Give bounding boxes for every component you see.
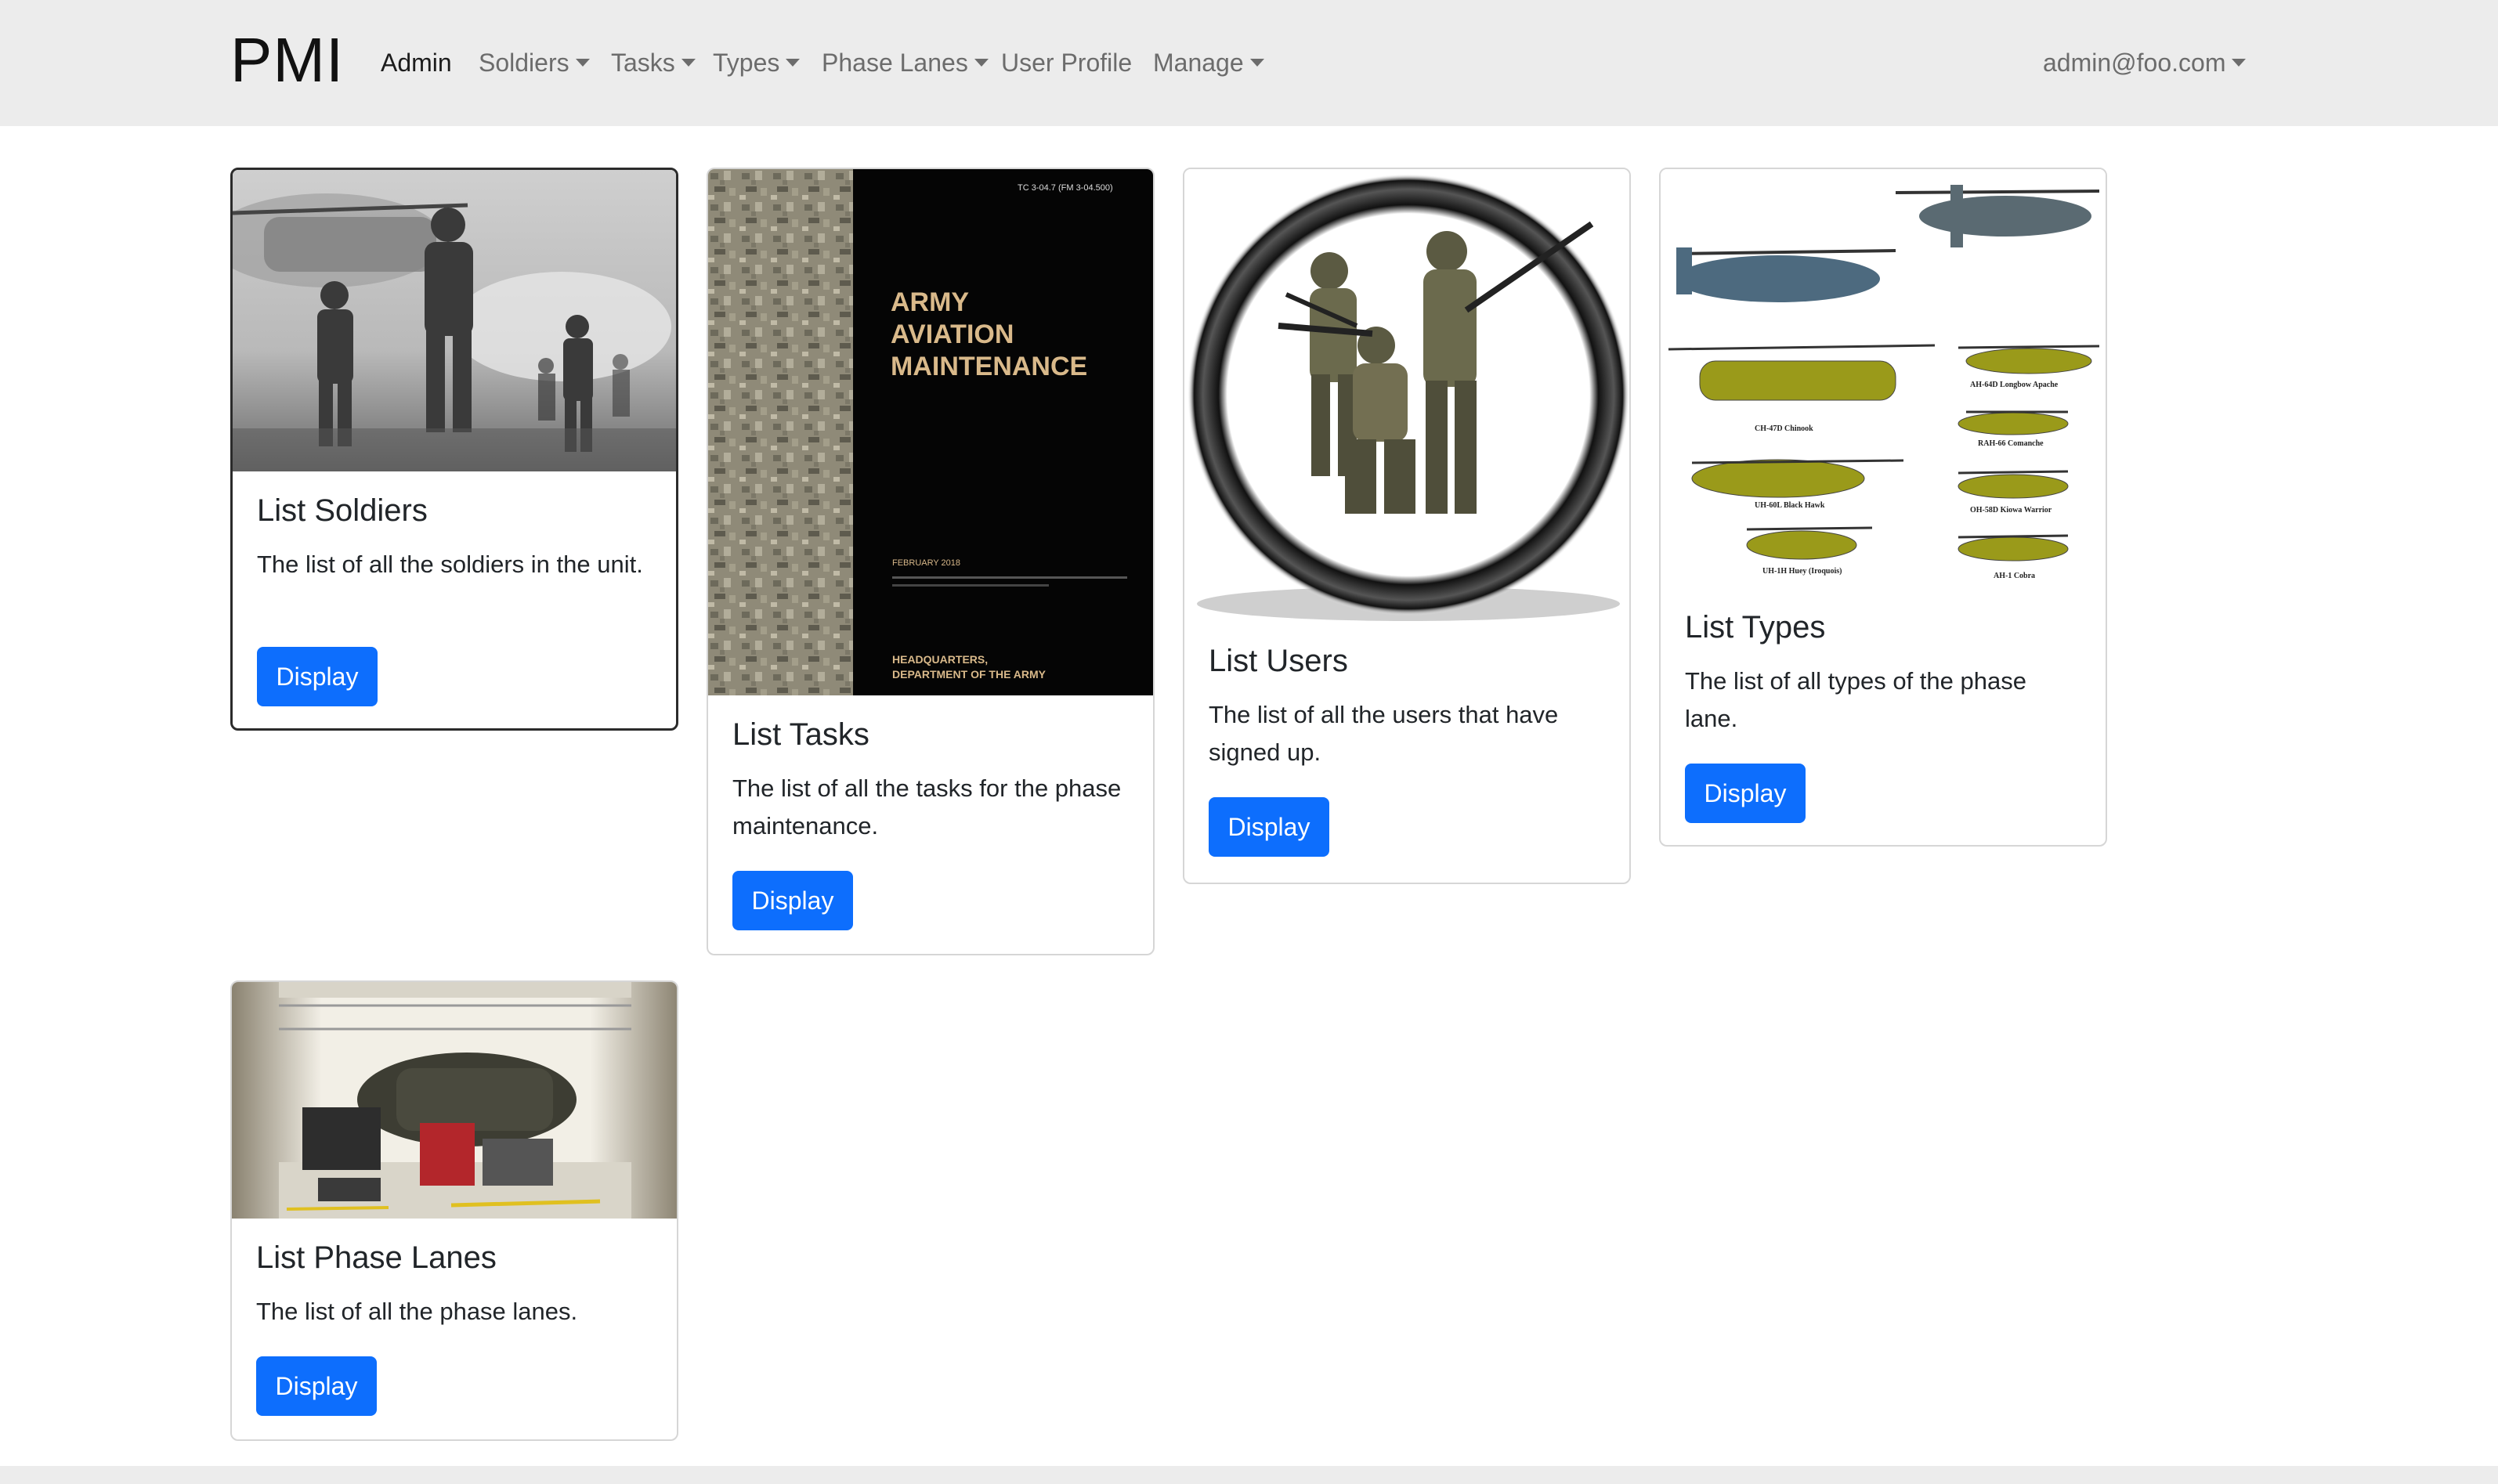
display-users-button[interactable]: Display [1209, 797, 1329, 857]
caret-down-icon [1249, 58, 1264, 67]
card-list-tasks: TC 3-04.7 (FM 3-04.500) ARMY AVIATION MA… [707, 168, 1155, 955]
card-list-soldiers: List Soldiers The list of all the soldie… [230, 168, 678, 731]
book-cover-image [708, 169, 1153, 695]
book-title-line: ARMY [891, 287, 970, 317]
nav-soldiers-label: Soldiers [479, 49, 569, 77]
nav-user-profile-label: User Profile [1001, 49, 1133, 77]
display-tasks-button[interactable]: Display [732, 871, 853, 930]
soldiers-circle-icon [1184, 169, 1629, 623]
card-text: The list of all types of the phase lane. [1685, 667, 2026, 732]
card-title: List Soldiers [257, 493, 428, 528]
book-fineprint-line [892, 576, 1127, 579]
card-title: List Users [1209, 644, 1348, 678]
users-icon-image [1184, 169, 1629, 623]
helicopter-label: AH-1 Cobra [1994, 572, 2036, 580]
book-publisher: HEADQUARTERS, DEPARTMENT OF THE ARMY [892, 652, 1046, 682]
nav-manage-dropdown[interactable]: Manage [1153, 41, 1264, 85]
hangar-photo-image [232, 982, 677, 1219]
card-title: List Tasks [732, 717, 869, 752]
helicopter-label: RAH-66 Comanche [1978, 439, 2044, 448]
user-email: admin@foo.com [2043, 49, 2226, 77]
card-text: The list of all the phase lanes. [256, 1298, 578, 1325]
book-publisher-line: HEADQUARTERS, [892, 653, 989, 666]
nav-admin[interactable]: Admin [381, 41, 452, 85]
book-code: TC 3-04.7 (FM 3-04.500) [1018, 183, 1113, 193]
card-list-phase-lanes: List Phase Lanes The list of all the pha… [230, 980, 678, 1441]
book-date: FEBRUARY 2018 [892, 558, 961, 568]
nav-user-profile[interactable]: User Profile [1001, 41, 1132, 85]
card-title: List Phase Lanes [256, 1240, 497, 1275]
card-text: The list of all the soldiers in the unit… [257, 551, 643, 578]
footer-strip [0, 1466, 2498, 1484]
helicopter-chart-image [1668, 185, 2100, 561]
soldiers-photo-image [233, 170, 676, 471]
nav-phase-lanes-label: Phase Lanes [822, 49, 968, 77]
display-phase-lanes-button[interactable]: Display [256, 1356, 377, 1416]
book-title-line: MAINTENANCE [891, 352, 1088, 381]
helicopter-label: OH-58D Kiowa Warrior [1970, 506, 2052, 515]
card-title: List Types [1685, 610, 1826, 645]
card-list-types: AH-64D Longbow Apache CH-47D Chinook RAH… [1659, 168, 2107, 847]
nav-types-label: Types [713, 49, 780, 77]
caret-down-icon [2232, 58, 2247, 67]
book-title-line: AVIATION [891, 320, 1014, 349]
caret-down-icon [681, 58, 696, 67]
nav-soldiers-dropdown[interactable]: Soldiers [479, 41, 590, 85]
helicopter-types-chart: AH-64D Longbow Apache CH-47D Chinook RAH… [1661, 169, 2106, 588]
card-text: The list of all the users that have sign… [1209, 701, 1559, 766]
caret-down-icon [786, 58, 801, 67]
nav-tasks-dropdown[interactable]: Tasks [611, 41, 696, 85]
display-soldiers-button[interactable]: Display [257, 647, 378, 706]
book-publisher-line: DEPARTMENT OF THE ARMY [892, 668, 1046, 681]
top-navbar: PMI Admin Soldiers Tasks Types Phase Lan… [0, 0, 2498, 126]
nav-manage-label: Manage [1153, 49, 1244, 77]
helicopter-label: UH-1H Huey (Iroquois) [1762, 567, 1842, 576]
helicopter-label: CH-47D Chinook [1755, 424, 1813, 433]
caret-down-icon [575, 58, 590, 67]
nav-types-dropdown[interactable]: Types [713, 41, 801, 85]
display-types-button[interactable]: Display [1685, 764, 1806, 823]
soldiers-photo [233, 170, 676, 471]
book-fineprint-line [892, 584, 1049, 587]
card-list-users: List Users The list of all the users tha… [1183, 168, 1631, 884]
helicopter-label: UH-60L Black Hawk [1755, 501, 1825, 510]
nav-tasks-label: Tasks [611, 49, 675, 77]
army-aviation-maintenance-cover: TC 3-04.7 (FM 3-04.500) ARMY AVIATION MA… [708, 169, 1153, 695]
helicopter-label: AH-64D Longbow Apache [1970, 381, 2059, 389]
brand-logo[interactable]: PMI [230, 17, 344, 103]
book-title: ARMY AVIATION MAINTENANCE [891, 287, 1087, 383]
caret-down-icon [974, 58, 989, 67]
nav-admin-label: Admin [381, 49, 452, 77]
card-text: The list of all the tasks for the phase … [732, 774, 1122, 839]
user-account-dropdown[interactable]: admin@foo.com [2043, 41, 2247, 85]
hangar-photo [232, 982, 677, 1219]
nav-phase-lanes-dropdown[interactable]: Phase Lanes [822, 41, 989, 85]
